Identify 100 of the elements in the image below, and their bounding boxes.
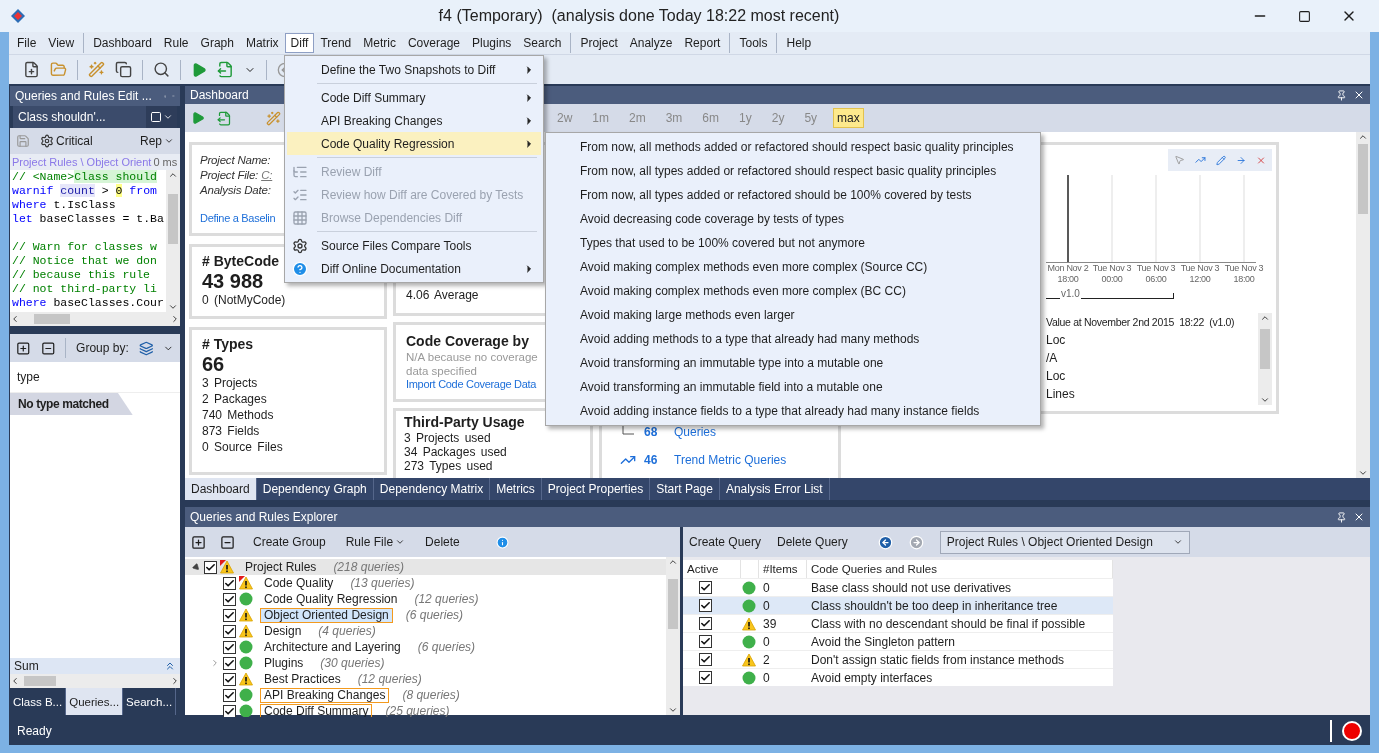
summary-link[interactable]: Trend Metric Queries	[674, 453, 787, 467]
rule-name-cell[interactable]: Don't assign static fields from instance methods	[807, 650, 1113, 668]
checkbox[interactable]	[699, 653, 712, 666]
checkbox[interactable]	[223, 576, 236, 590]
menu-item[interactable]: From now, all types added or refactored should be 100% covered by tests	[548, 183, 1038, 207]
menu-item[interactable]: Dashboard	[87, 33, 158, 53]
menu-item[interactable]: Matrix	[239, 33, 285, 53]
document-tab[interactable]: Metrics	[490, 478, 542, 500]
path-dropdown[interactable]: Project Rules \ Object Oriented Design	[939, 530, 1190, 554]
scroll-left-icon[interactable]	[10, 314, 20, 324]
vertical-scrollbar[interactable]	[166, 170, 180, 312]
menu-item[interactable]: Avoid making complex methods even more complex (BC CC)	[548, 279, 1038, 303]
expanded-icon[interactable]	[191, 562, 201, 572]
rule-name-cell[interactable]: Avoid empty interfaces	[807, 668, 1113, 686]
document-tab[interactable]: Project Properties	[541, 478, 651, 500]
maximize-icon[interactable]	[1298, 9, 1311, 23]
toolbar-button[interactable]: Create Query	[689, 535, 762, 549]
menu-item[interactable]: Diff Online Documentation	[287, 257, 541, 280]
summary-link[interactable]: Queries	[674, 425, 717, 439]
scroll-up-icon[interactable]	[1260, 313, 1270, 323]
scroll-down-icon[interactable]	[1260, 395, 1270, 405]
scrollbar-thumb[interactable]	[1260, 329, 1270, 369]
export-icon[interactable]	[217, 110, 232, 126]
collapse-all-icon[interactable]	[220, 534, 235, 550]
scroll-up-icon[interactable]	[1358, 132, 1368, 142]
menu-item[interactable]: Analyze	[623, 33, 679, 53]
toolbar-button[interactable]: Rule File	[345, 535, 406, 549]
pencil-icon[interactable]	[1215, 153, 1226, 167]
baseline-link[interactable]: Define a Baselin	[200, 212, 276, 224]
menu-item[interactable]: From now, all types added or refactored should respect basic quality principles	[548, 159, 1038, 183]
tree-row[interactable]: Code Quality Regression (12 queries)	[185, 591, 666, 607]
panel-tab[interactable]: Queries...	[66, 688, 124, 715]
menu-item[interactable]: Source Files Compare Tools	[287, 234, 541, 257]
menu-item[interactable]: Avoid decreasing code coverage by tests of types	[548, 207, 1038, 231]
collapse-all-icon[interactable]	[40, 340, 56, 356]
file-link[interactable]: C:	[261, 168, 273, 183]
horizontal-scrollbar[interactable]	[10, 312, 180, 326]
menu-item[interactable]: Help	[780, 33, 818, 53]
wand-icon[interactable]	[88, 61, 105, 78]
group-icon[interactable]	[138, 340, 154, 356]
play-icon[interactable]	[191, 111, 205, 125]
tree-item-label[interactable]: Code Quality Regression	[260, 591, 402, 607]
rule-name-cell[interactable]: Avoid the Singleton pattern	[807, 632, 1113, 650]
tree-item-label[interactable]: Design	[260, 623, 306, 639]
info-icon[interactable]	[495, 535, 509, 549]
scroll-down-icon[interactable]	[168, 302, 178, 312]
checkbox[interactable]	[699, 599, 712, 612]
tree-row[interactable]: Code Quality (13 queries)	[185, 575, 666, 591]
import-coverage-link[interactable]: Import Code Coverage Data	[406, 378, 537, 390]
tree-item-label[interactable]: Code Quality	[260, 575, 338, 591]
document-tab[interactable]: Start Page	[650, 478, 720, 500]
scroll-down-icon[interactable]	[668, 705, 678, 715]
vertical-scrollbar[interactable]	[1258, 313, 1272, 405]
checkbox[interactable]	[223, 656, 236, 670]
menu-item[interactable]: Coverage	[401, 33, 466, 53]
scrollbar-thumb[interactable]	[168, 194, 178, 244]
tree-row[interactable]: Project Rules (218 queries)	[185, 559, 666, 575]
checkbox[interactable]	[223, 704, 236, 718]
menu-item[interactable]: Avoid adding methods to a type that already had many methods	[548, 327, 1038, 351]
menu-item[interactable]: Avoid transforming an immutable type into a mutable one	[548, 351, 1038, 375]
checkbox[interactable]	[699, 581, 712, 594]
report-dropdown[interactable]: Rep	[140, 134, 174, 148]
menu-item[interactable]: File	[11, 33, 43, 53]
menu-item[interactable]: Avoid transforming an immutable field into a mutable one	[548, 375, 1038, 399]
rule-name-cell[interactable]: Class shouldn't be too deep in inheritance tree	[807, 596, 1113, 614]
checkbox[interactable]	[699, 671, 712, 684]
folder-icon[interactable]	[50, 61, 67, 78]
document-tab[interactable]: Dashboard	[185, 478, 257, 500]
toolbar-button[interactable]: Delete Query	[777, 535, 848, 549]
scroll-left-icon[interactable]	[10, 676, 20, 686]
menu-item[interactable]: From now, all methods added or refactored should respect basic quality principles	[548, 135, 1038, 159]
menu-item[interactable]: Report	[678, 33, 727, 53]
tree-row[interactable]: Best Practices (12 queries)	[185, 671, 666, 687]
checkbox[interactable]	[699, 617, 712, 630]
new-query-icon[interactable]	[150, 111, 162, 123]
expand-all-icon[interactable]	[191, 534, 206, 550]
scroll-right-icon[interactable]	[170, 676, 180, 686]
menu-item[interactable]: Types that used to be 100% covered but not anymore	[548, 231, 1038, 255]
menu-item[interactable]: Code Diff Summary	[287, 86, 541, 109]
scroll-down-icon[interactable]	[1358, 468, 1368, 478]
tree-item-label[interactable]: Best Practices	[260, 671, 345, 687]
document-tab[interactable]: Dependency Matrix	[373, 478, 491, 500]
tree-item-label[interactable]: Plugins	[260, 655, 308, 671]
menu-item[interactable]: Graph	[194, 33, 240, 53]
menu-item[interactable]: Define the Two Snapshots to Diff	[287, 58, 541, 81]
tree-item-label[interactable]: API Breaking Changes	[260, 687, 390, 703]
horizontal-scrollbar[interactable]	[10, 674, 180, 688]
tree-row[interactable]: Object Oriented Design (6 queries)	[185, 607, 666, 623]
toolbar-button[interactable]: Delete	[425, 535, 460, 549]
tree-item-label[interactable]: Object Oriented Design	[260, 607, 393, 623]
panel-tab[interactable]: Search...	[123, 688, 177, 715]
scroll-up-icon[interactable]	[168, 170, 178, 180]
menu-item[interactable]: Code Quality Regression	[287, 132, 541, 155]
new-file-icon[interactable]	[23, 61, 40, 78]
vertical-scrollbar[interactable]	[1356, 132, 1370, 478]
scrollbar-thumb[interactable]	[24, 676, 56, 686]
menu-item[interactable]: Tools	[733, 33, 774, 53]
tree-row[interactable]: Design (4 queries)	[185, 623, 666, 639]
document-tab[interactable]: Analysis Error List	[719, 478, 830, 500]
menu-item[interactable]: Avoid making large methods even larger	[548, 303, 1038, 327]
